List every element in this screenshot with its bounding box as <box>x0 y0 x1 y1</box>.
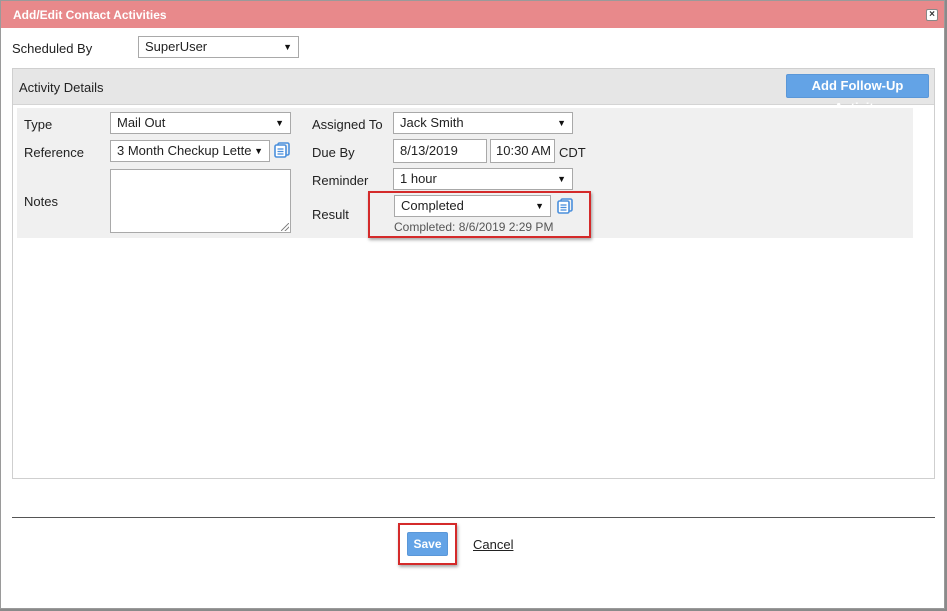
timezone-label: CDT <box>559 145 586 160</box>
assigned-to-label: Assigned To <box>312 117 383 132</box>
dialog-title: Add/Edit Contact Activities <box>13 8 167 22</box>
dialog-titlebar: Add/Edit Contact Activities × <box>1 1 944 28</box>
activity-details-title: Activity Details <box>19 80 104 95</box>
result-highlight-box <box>368 191 591 238</box>
due-date-input[interactable]: 8/13/2019 <box>393 139 487 163</box>
scheduled-by-select[interactable]: SuperUser ▼ <box>138 36 299 58</box>
notes-label: Notes <box>24 194 58 209</box>
type-value: Mail Out <box>117 115 166 130</box>
dropdown-arrow-icon: ▼ <box>281 37 292 57</box>
scheduled-by-label: Scheduled By <box>12 41 93 56</box>
dropdown-arrow-icon: ▼ <box>555 169 566 189</box>
reminder-value: 1 hour <box>400 171 437 186</box>
reminder-label: Reminder <box>312 173 369 188</box>
type-label: Type <box>24 117 53 132</box>
due-time-input[interactable]: 10:30 AM <box>490 139 555 163</box>
assigned-to-select[interactable]: Jack Smith ▼ <box>393 112 573 134</box>
reference-label: Reference <box>24 145 84 160</box>
reminder-select[interactable]: 1 hour ▼ <box>393 168 573 190</box>
scheduled-by-value: SuperUser <box>145 39 208 54</box>
dropdown-arrow-icon: ▼ <box>252 141 263 161</box>
contact-activities-dialog: Add/Edit Contact Activities × Scheduled … <box>0 0 945 609</box>
type-select[interactable]: Mail Out ▼ <box>110 112 291 134</box>
close-icon[interactable]: × <box>926 9 938 21</box>
resize-grip-icon[interactable] <box>281 223 289 231</box>
activity-details-panel: Activity Details Add Follow-Up Activity … <box>12 68 935 479</box>
assigned-to-value: Jack Smith <box>400 115 464 130</box>
save-highlight-box <box>398 523 457 565</box>
reference-select[interactable]: 3 Month Checkup Letter ▼ <box>110 140 270 162</box>
cancel-link[interactable]: Cancel <box>473 537 513 552</box>
dropdown-arrow-icon: ▼ <box>273 113 284 133</box>
reference-value: 3 Month Checkup Letter <box>117 143 256 158</box>
dropdown-arrow-icon: ▼ <box>555 113 566 133</box>
due-by-label: Due By <box>312 145 355 160</box>
activity-details-header: Activity Details Add Follow-Up Activity <box>13 69 934 115</box>
add-follow-up-activity-button[interactable]: Add Follow-Up Activity <box>786 74 929 115</box>
result-label: Result <box>312 207 349 222</box>
notes-textarea[interactable] <box>110 169 291 233</box>
reference-lookup-icon[interactable] <box>274 142 290 158</box>
footer-divider <box>12 517 935 518</box>
